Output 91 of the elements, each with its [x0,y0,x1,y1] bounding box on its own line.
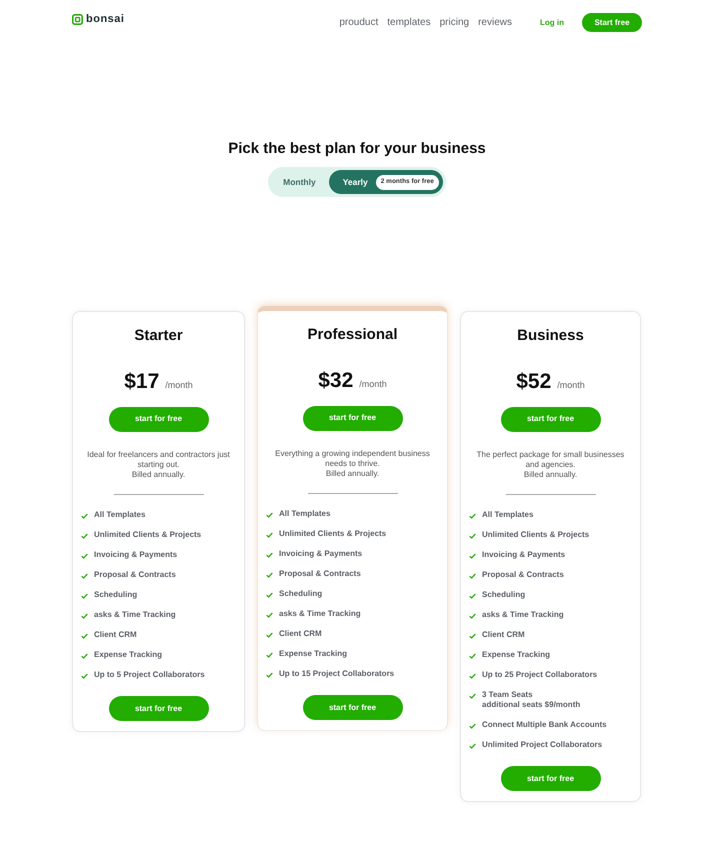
feature-text: Expense Tracking [482,650,550,660]
start-free-button[interactable]: Start free [582,13,642,32]
feature-text: Proposal & Contracts [94,570,176,580]
feature-text: 3 Team Seats additional seats $9/month [482,690,580,710]
check-icon [81,572,88,578]
feature-text: Invoicing & Payments [279,548,362,558]
start-button[interactable]: start for free [302,695,402,720]
check-icon [266,552,273,558]
check-icon [81,512,88,518]
check-icon [81,532,88,538]
check-icon [266,592,273,598]
plan-title: Business [517,326,584,346]
plan-title: Professional [307,325,398,345]
feature-text: Unlimited Clients & Projects [94,530,202,540]
check-icon [266,612,273,618]
plan-description: Everything a growing independent business needs to thrive. [274,448,431,468]
check-icon [469,722,476,728]
price-period: /month [359,378,387,391]
start-button[interactable]: start for free [500,766,600,791]
check-icon [469,532,476,538]
plan-price: $17 [124,369,160,395]
check-icon [81,672,88,678]
check-icon [81,632,88,638]
check-icon [81,652,88,658]
nav-link[interactable]: pricing [440,15,470,30]
feature-text: All Templates [94,510,146,520]
check-icon [266,572,273,578]
check-icon [266,652,273,658]
start-button[interactable]: start for free [302,406,402,430]
brand-name: bonsai [86,12,124,28]
login-link[interactable]: Log in [540,16,564,28]
feature-text: asks & Time Tracking [94,610,176,620]
feature-text: Expense Tracking [94,650,162,660]
feature-text: Scheduling [94,590,138,600]
check-icon [266,512,273,518]
start-button[interactable]: start for free [108,696,208,721]
check-icon [81,592,88,598]
check-icon [469,612,476,618]
feature-text: Scheduling [482,590,526,600]
billing-note: Billed annually. [326,468,380,478]
check-icon [81,552,88,558]
start-button[interactable]: start for free [108,406,208,432]
feature-text: asks & Time Tracking [279,608,361,618]
feature-text: Unlimited Project Collaborators [482,740,602,750]
feature-text: Up to 5 Project Collaborators [94,670,205,680]
start-button[interactable]: start for free [500,406,600,432]
feature-text: Unlimited Clients & Projects [279,528,386,538]
logo-icon [72,14,83,25]
check-icon [469,552,476,558]
check-icon [81,612,88,618]
nav-link[interactable]: templates [387,15,431,30]
nav-link[interactable]: prouduct [339,15,378,30]
feature-text: Scheduling [279,588,322,598]
feature-text: Client CRM [94,630,137,640]
feature-text: Proposal & Contracts [279,568,361,578]
check-icon [469,692,476,698]
feature-text: Client CRM [482,630,525,640]
feature-text: Invoicing & Payments [482,550,566,560]
billing-note: Billed annually. [132,470,186,480]
feature-text: Invoicing & Payments [94,550,178,560]
nav-link[interactable]: reviews [478,15,512,30]
check-icon [266,672,273,678]
feature-text: Client CRM [279,628,322,638]
feature-text: All Templates [279,508,330,518]
check-icon [469,592,476,598]
feature-text: Up to 15 Project Collaborators [279,668,394,678]
feature-text: Expense Tracking [279,648,348,658]
price-period: /month [165,379,193,392]
plan-description: Ideal for freelancers and contractors just starting out. [86,450,231,470]
check-icon [469,512,476,518]
feature-text: All Templates [482,510,534,520]
check-icon [469,632,476,638]
feature-text: Unlimited Clients & Projects [482,530,590,540]
plan-price: $32 [318,368,354,394]
check-icon [469,572,476,578]
feature-text: asks & Time Tracking [482,610,564,620]
billing-note: Billed annually. [524,470,578,480]
check-icon [469,672,476,678]
plan-description: The perfect package for small businesses and agencies. [476,450,626,470]
check-icon [266,532,273,538]
pricing-title: Pick the best plan for your business [228,139,486,159]
feature-text: Connect Multiple Bank Accounts [482,720,607,730]
check-icon [266,632,273,638]
check-icon [469,742,476,748]
price-period: /month [557,379,585,392]
billing-option[interactable]: Monthly [270,170,329,194]
feature-text: Proposal & Contracts [482,570,564,580]
plan-title: Starter [134,326,183,346]
feature-text: Up to 25 Project Collaborators [482,670,598,680]
check-icon [469,652,476,658]
plan-price: $52 [516,369,552,395]
